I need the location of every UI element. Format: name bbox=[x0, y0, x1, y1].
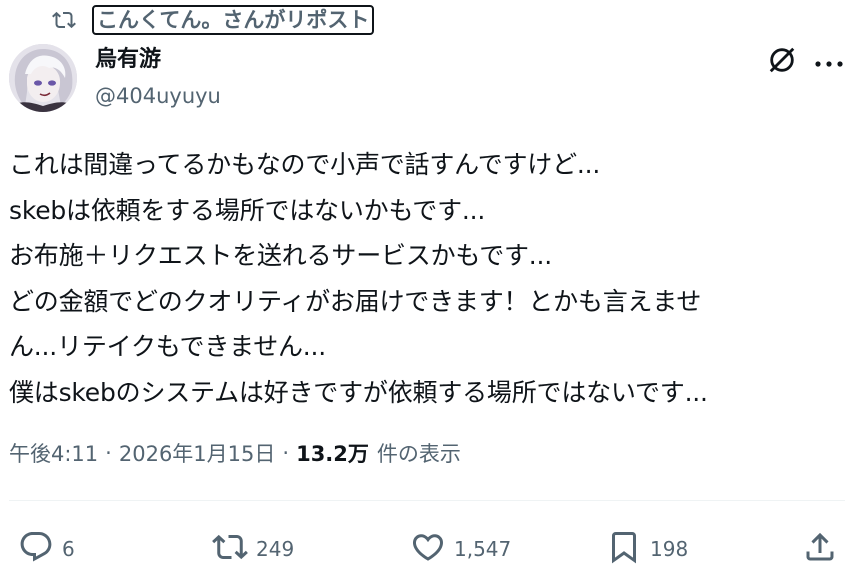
retweet-button[interactable]: 249 bbox=[212, 526, 294, 572]
divider bbox=[9, 500, 845, 501]
like-count: 1,547 bbox=[454, 537, 512, 561]
reply-count: 6 bbox=[62, 537, 75, 561]
repost-label[interactable]: こんくてん。さんがリポスト bbox=[92, 5, 375, 35]
bookmark-count: 198 bbox=[650, 537, 689, 561]
avatar[interactable] bbox=[9, 44, 77, 112]
meta-separator: · bbox=[105, 441, 112, 465]
grok-button[interactable] bbox=[766, 46, 798, 78]
heart-icon bbox=[410, 529, 446, 569]
tweet-time[interactable]: 午後4:11 bbox=[9, 438, 98, 468]
tweet-line: どの金額でどのクオリティがお届けできます！とかも言えませ bbox=[9, 286, 702, 316]
author-info: 烏有游 @404uyuyu bbox=[95, 46, 221, 110]
reply-icon bbox=[18, 529, 54, 569]
views-label: 件の表示 bbox=[376, 442, 461, 466]
tweet-line: これは間違ってるかもなので小声で話すんですけど... bbox=[9, 150, 601, 179]
more-button[interactable] bbox=[812, 48, 846, 76]
retweet-count: 249 bbox=[256, 537, 295, 561]
action-bar: 6 249 1,547 198 bbox=[0, 526, 854, 572]
more-icon bbox=[814, 53, 844, 72]
grok-icon bbox=[767, 45, 797, 79]
bookmark-icon bbox=[606, 529, 642, 569]
retweet-icon bbox=[212, 529, 248, 569]
reply-button[interactable]: 6 bbox=[18, 526, 75, 572]
tweet-meta: 午後4:11 · 2026年1月15日 · 13.2万 件の表示 bbox=[9, 438, 461, 468]
tweet-date[interactable]: 2026年1月15日 bbox=[119, 438, 276, 468]
tweet-line: お布施＋リクエストを送れるサービスかもです... bbox=[9, 241, 553, 270]
user-handle[interactable]: @404uyuyu bbox=[95, 82, 221, 110]
share-button[interactable] bbox=[802, 526, 838, 572]
bookmark-button[interactable]: 198 bbox=[606, 526, 688, 572]
tweet-text: これは間違ってるかもなので小声で話すんですけど... skebは依頼をする場所で… bbox=[9, 142, 845, 415]
like-button[interactable]: 1,547 bbox=[410, 526, 511, 572]
tweet-line: 僕はskebのシステムは好きですが依頼する場所ではないです... bbox=[9, 377, 708, 407]
repost-icon bbox=[52, 7, 78, 33]
views-count[interactable]: 13.2万 bbox=[296, 438, 369, 468]
display-name[interactable]: 烏有游 bbox=[95, 46, 221, 74]
repost-indicator[interactable]: こんくてん。さんがリポスト bbox=[52, 4, 375, 36]
share-icon bbox=[802, 529, 838, 569]
tweet-line: ん...リテイクもできません... bbox=[9, 332, 327, 361]
meta-separator: · bbox=[282, 441, 290, 465]
tweet-line: skebは依頼をする場所ではないかもです... bbox=[9, 195, 486, 225]
